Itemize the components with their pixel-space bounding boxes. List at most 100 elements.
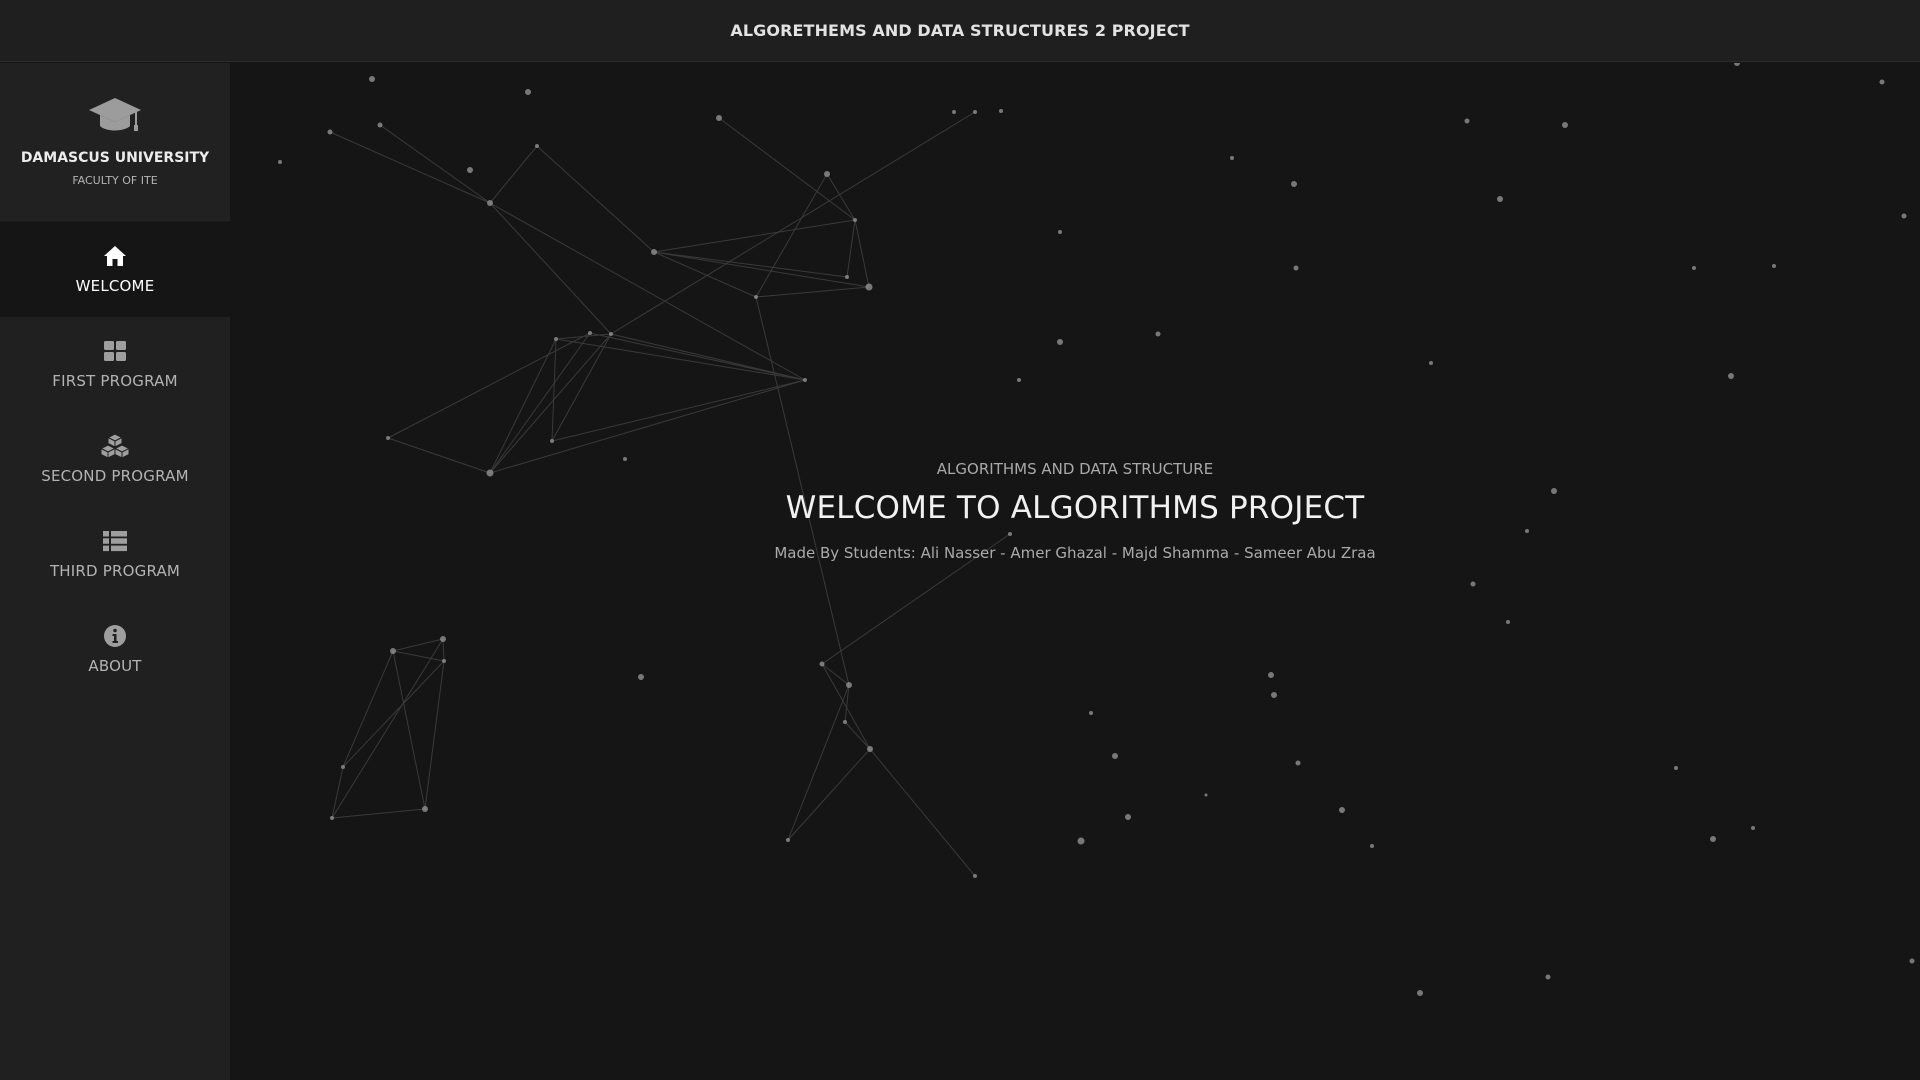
particle-dot <box>442 659 446 663</box>
particle-dot <box>1339 807 1345 813</box>
particle-link <box>589 332 806 381</box>
particle-link <box>854 219 870 288</box>
grid-icon <box>103 339 127 363</box>
particle-network-background <box>278 63 1915 996</box>
particle-dot <box>845 275 849 279</box>
particle-link <box>392 638 444 652</box>
particle-dot <box>1017 378 1021 382</box>
particle-link <box>489 332 591 474</box>
particle-dot <box>846 682 852 688</box>
info-icon <box>103 624 127 648</box>
particle-dot <box>377 122 383 128</box>
particle-dot <box>1901 213 1907 219</box>
particle-link <box>869 748 976 877</box>
particle-dot <box>1429 361 1433 365</box>
particle-dot <box>1728 373 1734 379</box>
sidebar-item-label: FIRST PROGRAM <box>52 372 178 390</box>
particle-link <box>846 219 856 278</box>
home-icon <box>103 244 127 268</box>
particle-link <box>653 251 870 288</box>
top-bar: ALGORETHEMS AND DATA STRUCTURES 2 PROJEC… <box>0 0 1920 62</box>
particle-dot <box>824 171 830 177</box>
particle-dot <box>386 436 390 440</box>
particle-dot <box>1155 331 1161 337</box>
particle-link <box>555 333 612 340</box>
particle-dot <box>1909 958 1915 964</box>
particle-dot <box>1204 793 1208 797</box>
particle-dot <box>638 674 644 680</box>
particle-dot <box>1464 118 1470 124</box>
particle-link <box>787 748 871 841</box>
particle-link <box>536 145 655 253</box>
particle-dot <box>1057 339 1063 345</box>
particle-link <box>331 638 444 819</box>
particle-link <box>821 533 1011 665</box>
particle-link <box>489 379 806 474</box>
particle-dot <box>1525 529 1529 533</box>
particle-dot <box>1562 122 1568 128</box>
particle-dot <box>819 661 825 667</box>
sidebar-item-third-program[interactable]: THIRD PROGRAM <box>0 507 230 602</box>
sidebar-nav: WELCOME FIRST PROGRAM SECOND PROGRAM THI… <box>0 222 230 697</box>
particle-dot <box>588 331 592 335</box>
particle-link <box>342 660 445 768</box>
particle-link <box>787 684 850 841</box>
particle-dot <box>487 200 493 206</box>
particle-link <box>331 808 426 819</box>
brand: DAMASCUS UNIVERSITY FACULTY OF ITE <box>0 63 230 222</box>
main-content: ALGORITHMS AND DATA STRUCTURE WELCOME TO… <box>230 63 1920 1080</box>
particle-dot <box>1293 265 1299 271</box>
particle-dot <box>1089 711 1093 715</box>
particle-dot <box>623 457 627 461</box>
particle-dot <box>843 720 847 724</box>
particle-dot <box>973 874 977 878</box>
particle-dot <box>554 337 558 341</box>
sidebar-item-about[interactable]: ABOUT <box>0 602 230 697</box>
particle-link <box>442 638 445 662</box>
cubes-icon <box>99 433 131 459</box>
sidebar-item-label: SECOND PROGRAM <box>41 467 189 485</box>
particle-dot <box>486 469 494 477</box>
particle-dot <box>1751 826 1755 830</box>
particle-link <box>489 202 612 335</box>
particle-link <box>392 650 445 662</box>
sidebar-item-label: THIRD PROGRAM <box>49 562 181 580</box>
particle-link <box>379 124 491 204</box>
particle-dot <box>803 378 807 382</box>
particle-dot <box>952 110 956 114</box>
list-icon <box>102 529 128 553</box>
particle-dot <box>1008 532 1012 536</box>
particle-dot <box>1370 844 1374 848</box>
sidebar-item-second-program[interactable]: SECOND PROGRAM <box>0 412 230 507</box>
particle-link <box>551 333 612 442</box>
particle-dot <box>865 283 873 291</box>
particle-dot <box>1417 990 1423 996</box>
particle-link <box>329 131 491 204</box>
particle-dot <box>651 249 657 255</box>
particle-dot <box>278 160 282 164</box>
particle-dot <box>1710 836 1716 842</box>
particle-link <box>424 660 445 810</box>
particle-dot <box>1506 620 1510 624</box>
particle-link <box>489 333 612 474</box>
particle-dot <box>535 144 539 148</box>
particle-link <box>755 286 870 298</box>
sidebar-item-first-program[interactable]: FIRST PROGRAM <box>0 317 230 412</box>
particle-dot <box>440 636 446 642</box>
particle-dot <box>390 648 396 654</box>
particle-dot <box>1230 156 1234 160</box>
particle-dot <box>786 838 790 842</box>
sidebar-item-welcome[interactable]: WELCOME <box>0 222 230 317</box>
particle-link <box>755 296 850 686</box>
app-title: ALGORETHEMS AND DATA STRUCTURES 2 PROJEC… <box>730 21 1190 40</box>
particle-dot <box>341 765 345 769</box>
particle-link <box>387 332 591 439</box>
university-name: DAMASCUS UNIVERSITY <box>20 150 210 166</box>
particle-link <box>342 650 394 768</box>
particle-dot <box>1077 837 1085 845</box>
particle-dot <box>1268 672 1274 678</box>
particle-dot <box>467 167 473 173</box>
graduation-cap-icon <box>88 96 142 134</box>
sidebar-item-label: WELCOME <box>75 277 155 295</box>
particle-link <box>551 379 806 442</box>
